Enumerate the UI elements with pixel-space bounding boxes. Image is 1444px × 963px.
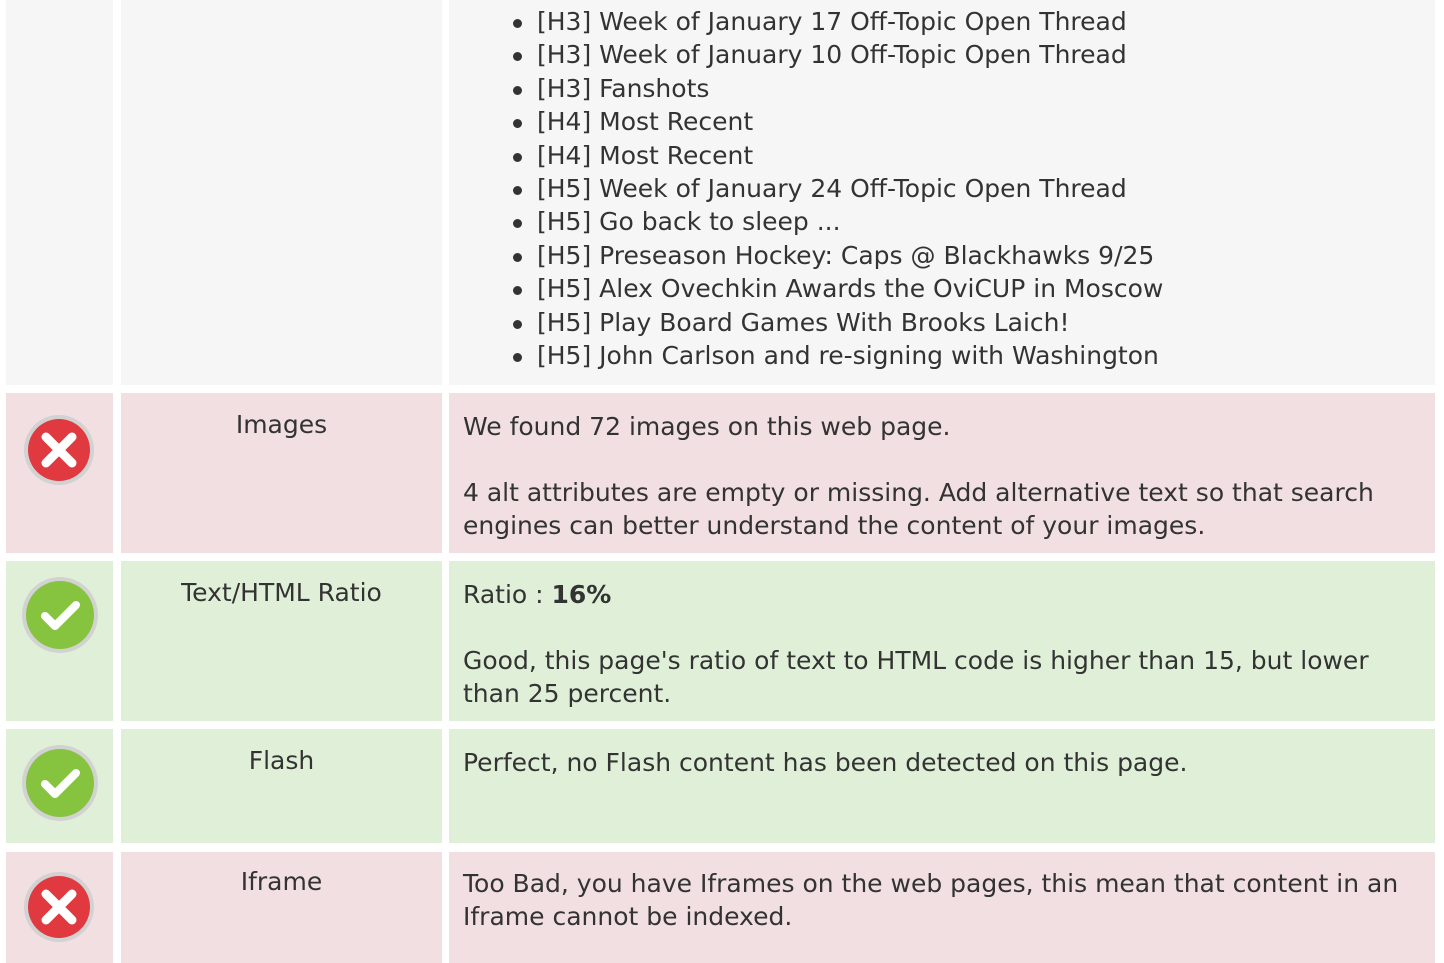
ratio-label: Ratio :: [463, 580, 552, 609]
heading-item: [H5] Preseason Hockey: Caps @ Blackhawks…: [512, 239, 1163, 272]
heading-item: [H5] Week of January 24 Off-Topic Open T…: [512, 172, 1163, 205]
images-details: We found 72 images on this web page. 4 a…: [449, 393, 1435, 553]
headings-content-cell: [H3] Week of January 17 Off-Topic Open T…: [449, 0, 1435, 385]
heading-item: [H5] Go back to sleep ...: [512, 205, 1163, 238]
iframe-icon-cell: [6, 852, 113, 963]
flash-icon-cell: [6, 729, 113, 843]
iframe-check-name: Iframe: [121, 852, 442, 963]
seo-report: [H3] Week of January 17 Off-Topic Open T…: [0, 0, 1444, 963]
ratio-value: 16%: [551, 580, 612, 609]
ratio-value-line: Ratio : 16%: [463, 578, 1421, 611]
headings-row: [H3] Week of January 17 Off-Topic Open T…: [0, 0, 1444, 385]
images-icon-cell: [6, 393, 113, 553]
heading-item: [H5] Play Board Games With Brooks Laich!: [512, 306, 1163, 339]
headings-name-cell: [121, 0, 442, 385]
error-icon: [22, 870, 96, 944]
ratio-icon-cell: [6, 561, 113, 721]
flash-row: Flash Perfect, no Flash content has been…: [0, 729, 1444, 843]
heading-item: [H5] Alex Ovechkin Awards the OviCUP in …: [512, 272, 1163, 305]
iframe-row: Iframe Too Bad, you have Iframes on the …: [0, 852, 1444, 963]
heading-item: [H3] Week of January 17 Off-Topic Open T…: [512, 5, 1163, 38]
flash-details: Perfect, no Flash content has been detec…: [449, 729, 1435, 843]
heading-item: [H3] Fanshots: [512, 72, 1163, 105]
heading-item: [H4] Most Recent: [512, 105, 1163, 138]
headings-list: [H3] Week of January 17 Off-Topic Open T…: [512, 5, 1163, 372]
check-icon: [20, 743, 100, 823]
images-alt-text: 4 alt attributes are empty or missing. A…: [463, 478, 1374, 540]
iframe-text: Too Bad, you have Iframes on the web pag…: [463, 869, 1399, 931]
ratio-details: Ratio : 16% Good, this page's ratio of t…: [449, 561, 1435, 721]
images-check-name: Images: [121, 393, 442, 553]
heading-item: [H4] Most Recent: [512, 139, 1163, 172]
ratio-row: Text/HTML Ratio Ratio : 16% Good, this p…: [0, 561, 1444, 721]
check-icon: [20, 575, 100, 655]
headings-icon-cell: [6, 0, 113, 385]
heading-item: [H5] John Carlson and re-signing with Wa…: [512, 339, 1163, 372]
iframe-details: Too Bad, you have Iframes on the web pag…: [449, 852, 1435, 963]
images-count-text: We found 72 images on this web page.: [463, 412, 951, 441]
flash-check-name: Flash: [121, 729, 442, 843]
images-row: Images We found 72 images on this web pa…: [0, 393, 1444, 553]
flash-text: Perfect, no Flash content has been detec…: [463, 748, 1188, 777]
ratio-check-name: Text/HTML Ratio: [121, 561, 442, 721]
error-icon: [22, 413, 96, 487]
heading-item: [H3] Week of January 10 Off-Topic Open T…: [512, 38, 1163, 71]
ratio-explanation: Good, this page's ratio of text to HTML …: [463, 646, 1369, 708]
